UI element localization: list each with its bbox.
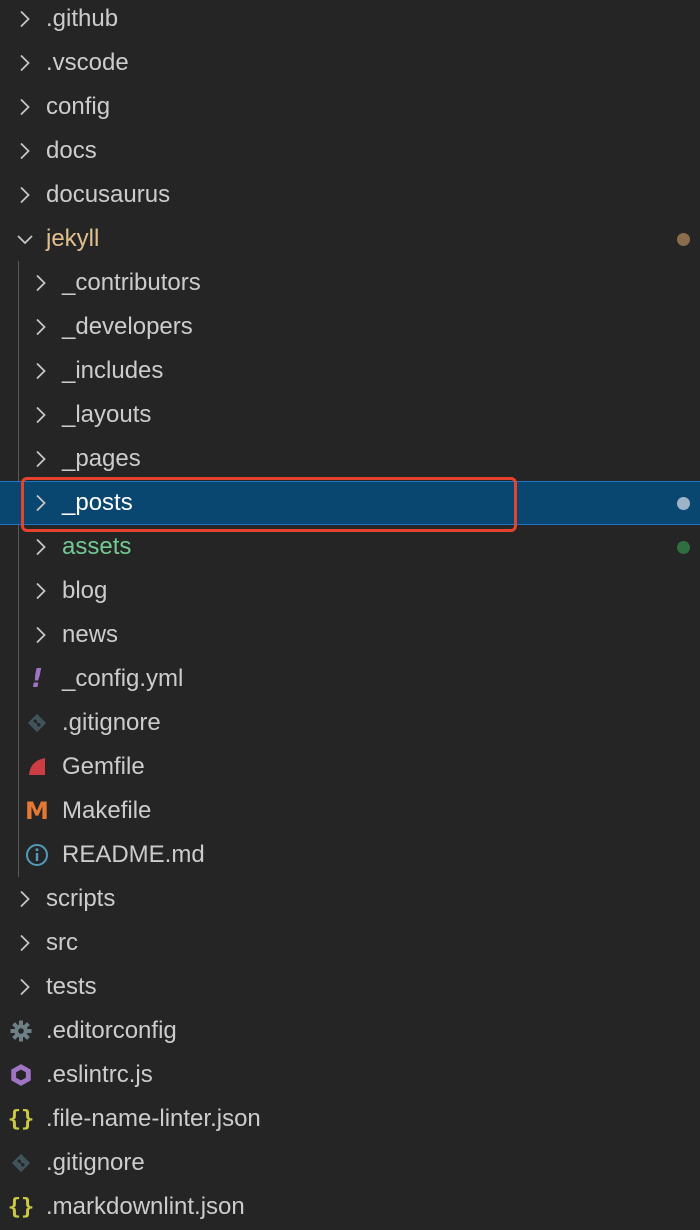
gear-icon	[8, 1018, 34, 1044]
item-label: _pages	[62, 445, 141, 472]
chevron-right-icon[interactable]	[14, 932, 36, 954]
item-label: tests	[46, 973, 97, 1000]
item-label: .vscode	[46, 49, 129, 76]
chevron-right-icon[interactable]	[14, 184, 36, 206]
item-label: config	[46, 93, 111, 120]
folder-row-config[interactable]: config	[0, 85, 700, 129]
json-braces-icon: {}	[7, 1194, 35, 1220]
item-label: docs	[46, 137, 97, 164]
folder-row-layouts[interactable]: _layouts	[0, 393, 700, 437]
chevron-right-icon[interactable]	[30, 448, 52, 470]
file-row-config-yml[interactable]: ! _config.yml	[0, 657, 700, 701]
folder-row-docusaurus[interactable]: docusaurus	[0, 173, 700, 217]
chevron-right-icon[interactable]	[14, 52, 36, 74]
item-label: _config.yml	[62, 665, 184, 692]
item-label: _includes	[62, 357, 164, 384]
chevron-right-icon[interactable]	[14, 96, 36, 118]
chevron-right-icon[interactable]	[14, 140, 36, 162]
file-row-makefile[interactable]: M Makefile	[0, 789, 700, 833]
chevron-right-icon[interactable]	[30, 580, 52, 602]
file-row-gitignore[interactable]: .gitignore	[0, 701, 700, 745]
file-row-file-name-linter-json[interactable]: {} .file-name-linter.json	[0, 1097, 700, 1141]
makefile-m-icon: M	[25, 797, 49, 825]
item-label: .gitignore	[62, 709, 161, 736]
folder-row-scripts[interactable]: scripts	[0, 877, 700, 921]
chevron-right-icon[interactable]	[30, 404, 52, 426]
folder-row-blog[interactable]: blog	[0, 569, 700, 613]
git-icon	[8, 1150, 34, 1176]
file-row-eslintrc-js[interactable]: .eslintrc.js	[0, 1053, 700, 1097]
file-row-editorconfig[interactable]: .editorconfig	[0, 1009, 700, 1053]
folder-row-posts[interactable]: _posts	[0, 481, 700, 525]
item-label: _contributors	[62, 269, 201, 296]
folder-row-github[interactable]: .github	[0, 0, 700, 41]
item-label: .github	[46, 5, 119, 32]
git-status-dot	[677, 496, 690, 510]
eslint-icon	[8, 1062, 34, 1088]
chevron-right-icon[interactable]	[14, 8, 36, 30]
chevron-right-icon[interactable]	[30, 536, 52, 558]
item-label: .markdownlint.json	[46, 1193, 245, 1220]
folder-row-docs[interactable]: docs	[0, 129, 700, 173]
chevron-right-icon[interactable]	[30, 316, 52, 338]
folder-row-tests[interactable]: tests	[0, 965, 700, 1009]
file-row-markdownlint-json[interactable]: {} .markdownlint.json	[0, 1185, 700, 1229]
git-icon	[24, 710, 50, 736]
item-label: README.md	[62, 841, 205, 868]
folder-row-contributors[interactable]: _contributors	[0, 261, 700, 305]
ruby-gem-icon	[24, 754, 50, 780]
folder-row-jekyll[interactable]: jekyll	[0, 217, 700, 261]
item-label: news	[62, 621, 119, 648]
item-label: scripts	[46, 885, 116, 912]
file-row-gitignore[interactable]: .gitignore	[0, 1141, 700, 1185]
item-label: .gitignore	[46, 1149, 145, 1176]
file-row-gemfile[interactable]: Gemfile	[0, 745, 700, 789]
folder-row-pages[interactable]: _pages	[0, 437, 700, 481]
chevron-right-icon[interactable]	[14, 888, 36, 910]
item-label: .eslintrc.js	[46, 1061, 153, 1088]
chevron-right-icon[interactable]	[30, 272, 52, 294]
item-label: _posts	[62, 489, 133, 516]
folder-row-assets[interactable]: assets	[0, 525, 700, 569]
chevron-right-icon[interactable]	[14, 976, 36, 998]
item-label: blog	[62, 577, 108, 604]
chevron-right-icon[interactable]	[30, 360, 52, 382]
item-label: Gemfile	[62, 753, 145, 780]
item-label: .file-name-linter.json	[46, 1105, 261, 1132]
folder-row-vscode[interactable]: .vscode	[0, 41, 700, 85]
chevron-right-icon[interactable]	[30, 624, 52, 646]
item-label: Makefile	[62, 797, 152, 824]
item-label: _layouts	[62, 401, 152, 428]
folder-row-developers[interactable]: _developers	[0, 305, 700, 349]
item-label: src	[46, 929, 78, 956]
info-icon	[24, 842, 50, 868]
item-label: _developers	[62, 313, 193, 340]
folder-row-src[interactable]: src	[0, 921, 700, 965]
folder-row-news[interactable]: news	[0, 613, 700, 657]
yaml-exclamation-icon: !	[31, 664, 43, 694]
item-label: .editorconfig	[46, 1017, 177, 1044]
folder-row-includes[interactable]: _includes	[0, 349, 700, 393]
item-label: jekyll	[46, 225, 100, 252]
git-status-dot	[677, 232, 690, 246]
git-status-dot	[677, 540, 690, 554]
file-row-readme-md[interactable]: README.md	[0, 833, 700, 877]
item-label: docusaurus	[46, 181, 171, 208]
chevron-down-icon[interactable]	[14, 228, 36, 250]
chevron-right-icon[interactable]	[30, 492, 52, 514]
json-braces-icon: {}	[7, 1106, 35, 1132]
item-label: assets	[62, 533, 132, 560]
